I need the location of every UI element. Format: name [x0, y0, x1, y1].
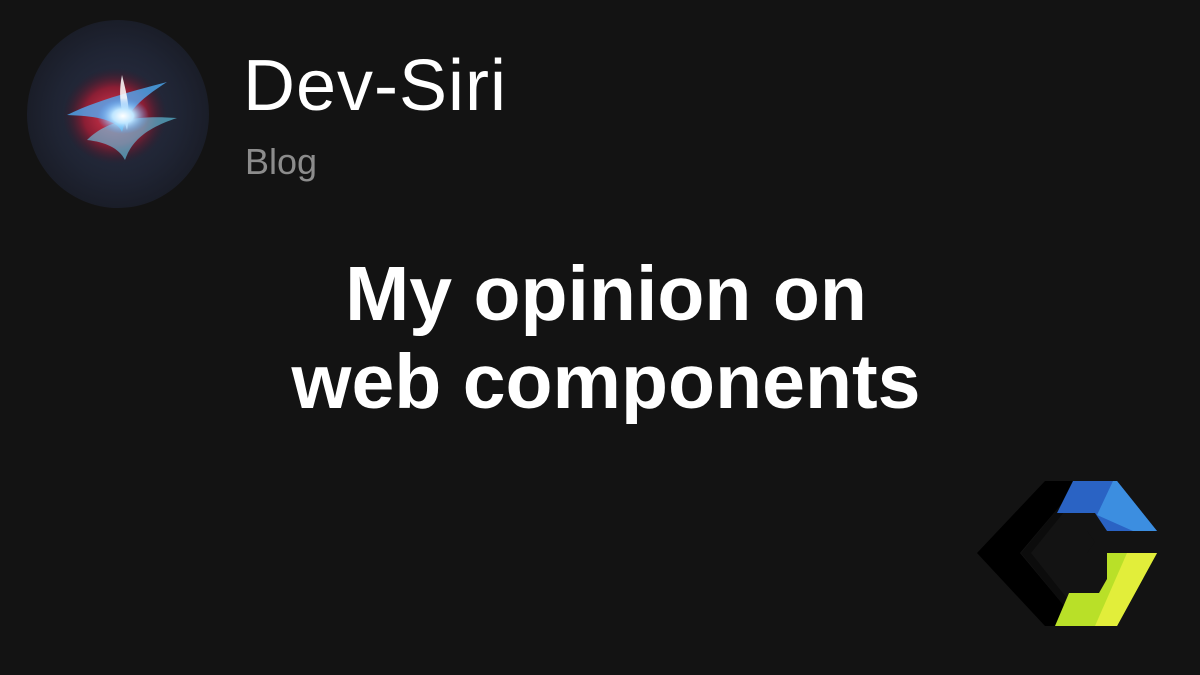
siri-orb-icon — [27, 20, 209, 208]
web-components-logo-icon — [977, 481, 1157, 626]
blog-cover-card: Dev-Siri Blog My opinion on web componen… — [0, 0, 1200, 675]
article-title-line-2: web components — [291, 339, 921, 425]
article-title: My opinion on web components — [0, 250, 1200, 426]
blog-subtitle: Blog — [245, 141, 318, 182]
article-title-line-1: My opinion on — [345, 251, 867, 337]
blog-name: Dev-Siri — [243, 46, 508, 126]
